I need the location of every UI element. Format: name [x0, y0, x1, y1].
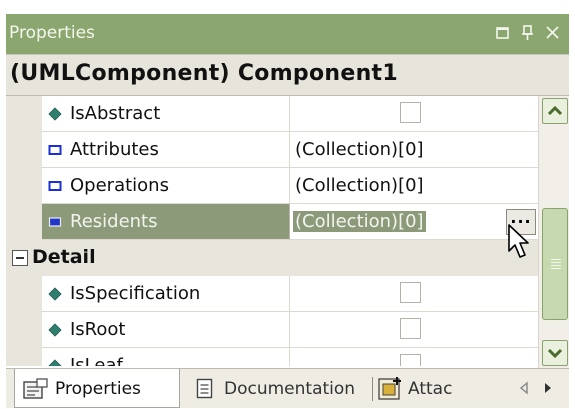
chevron-down-icon: [547, 348, 563, 359]
isleaf-checkbox[interactable]: [400, 354, 421, 366]
property-name: Attributes: [70, 139, 159, 160]
property-row-isspecification[interactable]: IsSpecification: [6, 276, 538, 312]
property-name: IsRoot: [70, 319, 126, 340]
property-row-operations[interactable]: Operations (Collection)[0]: [6, 168, 538, 204]
chevron-right-icon[interactable]: [541, 381, 555, 395]
diamond-icon: [48, 287, 62, 301]
tab-label: Properties: [55, 379, 141, 399]
property-value[interactable]: (Collection)[0]: [293, 211, 426, 232]
tab-label: Documentation: [224, 379, 356, 399]
tab-attachments[interactable]: Attac: [376, 369, 492, 407]
bottom-tab-bar: Properties Documentation Attac: [6, 368, 569, 408]
diamond-icon: [48, 107, 62, 121]
object-header-text: (UMLComponent) Component1: [10, 61, 398, 86]
panel-titlebar: Properties: [6, 14, 569, 54]
row-gutter: [6, 312, 42, 348]
scroll-down-button[interactable]: [542, 340, 568, 366]
row-gutter: [6, 276, 42, 312]
thumb-grip: [551, 262, 561, 263]
restore-icon[interactable]: [494, 24, 512, 42]
chevron-left-icon[interactable]: [517, 381, 531, 395]
object-header: (UMLComponent) Component1: [6, 54, 569, 96]
property-grid: IsAbstract Attributes (Collection)[0] Op…: [6, 96, 538, 366]
property-row-isroot[interactable]: IsRoot: [6, 312, 538, 348]
property-name: IsAbstract: [70, 103, 161, 124]
diamond-icon: [48, 359, 62, 366]
row-gutter: [6, 204, 42, 240]
property-row-attributes[interactable]: Attributes (Collection)[0]: [6, 132, 538, 168]
property-name: Operations: [70, 175, 169, 196]
chevron-up-icon: [547, 105, 563, 116]
properties-tab-icon: [23, 378, 48, 399]
property-value: (Collection)[0]: [295, 139, 424, 160]
row-gutter: [6, 132, 42, 168]
property-row-residents[interactable]: Residents (Collection)[0] ...: [6, 204, 538, 240]
collection-icon: [48, 181, 62, 191]
tab-separator: [372, 377, 373, 401]
pin-icon[interactable]: [519, 24, 537, 42]
property-name: IsLeaf: [70, 355, 123, 366]
thumb-grip: [551, 259, 561, 260]
collapse-icon[interactable]: [12, 250, 28, 266]
property-value: (Collection)[0]: [295, 175, 424, 196]
category-row-detail[interactable]: Detail: [6, 240, 538, 276]
property-row-isabstract[interactable]: IsAbstract: [6, 96, 538, 132]
thumb-grip: [551, 265, 561, 266]
collection-icon: [48, 217, 62, 227]
row-gutter: [6, 348, 42, 366]
scroll-thumb[interactable]: [542, 208, 568, 320]
properties-panel: Properties (UMLComponent) Component1 IsA…: [6, 14, 569, 408]
tab-documentation[interactable]: Documentation: [186, 369, 370, 407]
isspecification-checkbox[interactable]: [400, 282, 421, 303]
isroot-checkbox[interactable]: [400, 318, 421, 339]
thumb-grip: [551, 268, 561, 269]
panel-title: Properties: [9, 23, 95, 43]
document-icon: [196, 378, 213, 399]
property-name: IsSpecification: [70, 283, 201, 304]
collection-icon: [48, 145, 62, 155]
property-name: Residents: [70, 211, 158, 232]
tab-properties[interactable]: Properties: [14, 369, 180, 408]
vertical-scrollbar[interactable]: [538, 96, 569, 368]
close-icon[interactable]: [544, 24, 562, 42]
scroll-up-button[interactable]: [542, 98, 568, 124]
category-label: Detail: [32, 246, 96, 268]
mouse-cursor-icon: [508, 224, 529, 258]
row-gutter: [6, 168, 42, 204]
row-gutter: [6, 96, 42, 132]
diamond-icon: [48, 323, 62, 337]
isabstract-checkbox[interactable]: [400, 102, 421, 123]
attachments-icon: [378, 377, 401, 400]
property-row-isleaf[interactable]: IsLeaf: [6, 348, 538, 366]
tab-label: Attac: [408, 379, 453, 399]
